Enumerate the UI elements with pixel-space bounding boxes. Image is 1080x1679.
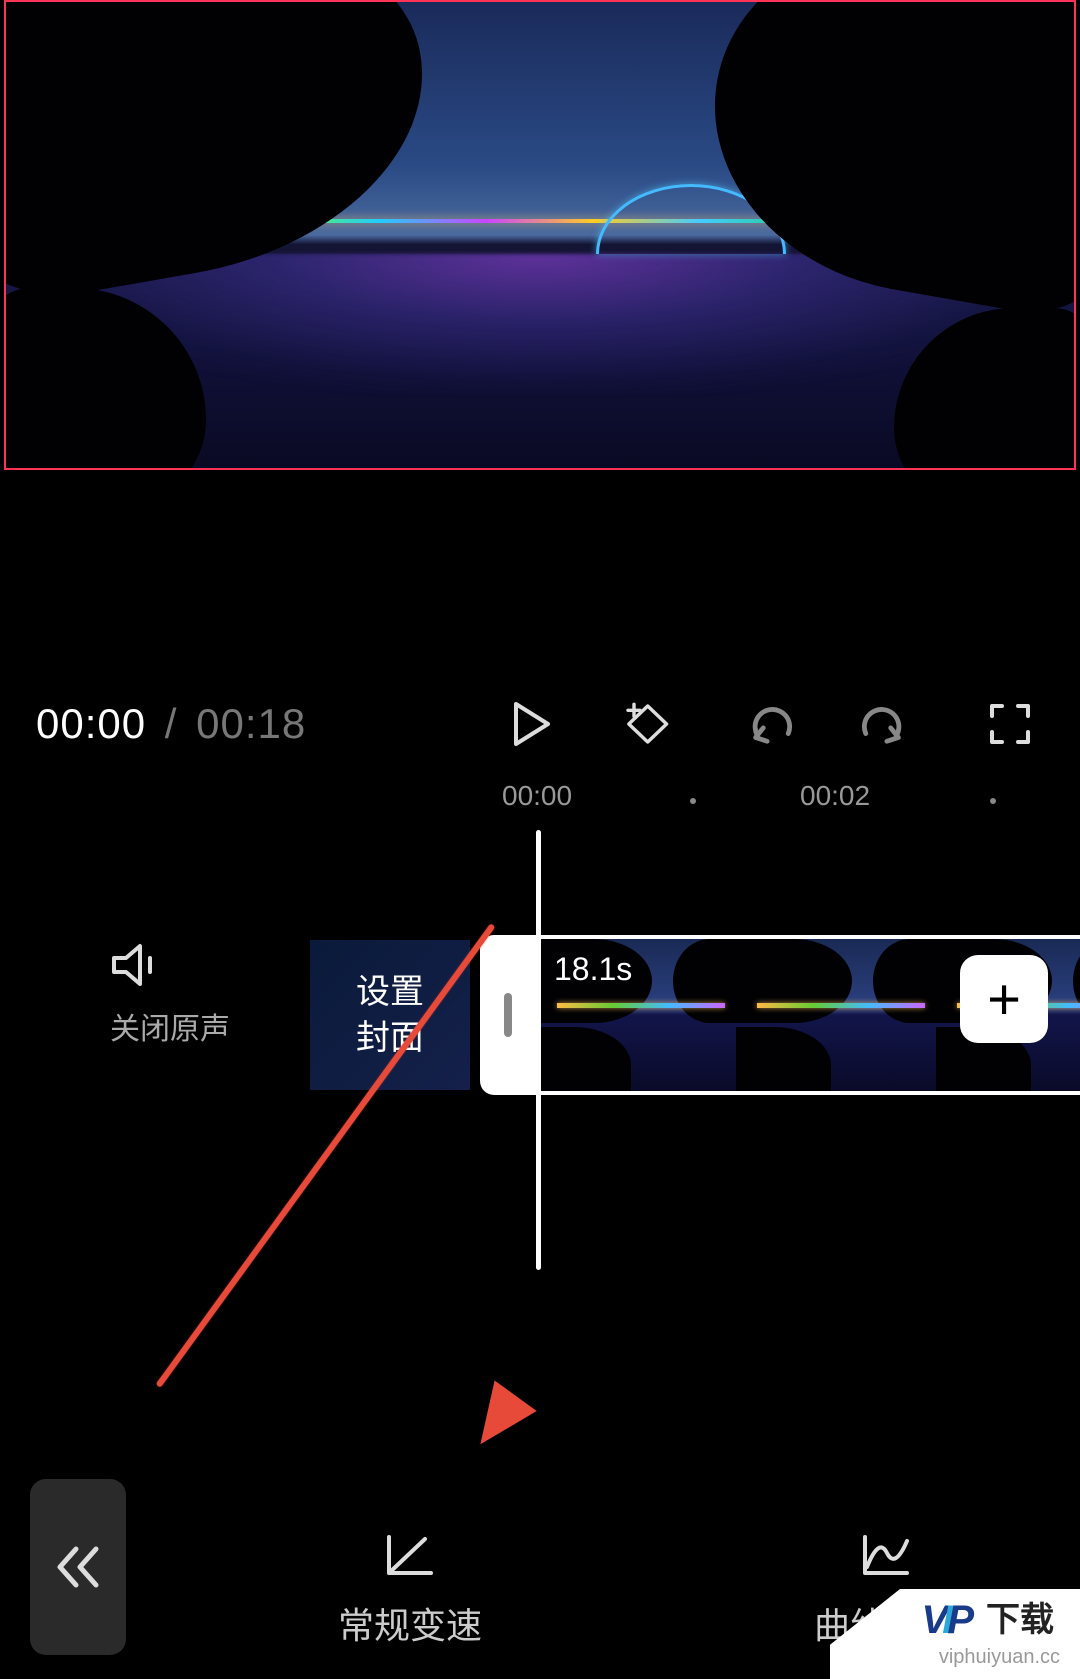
watermark: VIP 下载 viphuiyuan.cc — [830, 1589, 1080, 1679]
watermark-text: 下载 — [986, 1592, 1054, 1641]
cover-label-line1: 设置 — [356, 969, 424, 1015]
ruler-dot — [690, 798, 696, 804]
keyframe-add-button[interactable] — [622, 700, 670, 748]
annotation-arrow-head — [459, 1380, 536, 1459]
normal-speed-label: 常规变速 — [310, 1597, 510, 1649]
current-time: 00:00 — [36, 700, 146, 747]
play-icon — [512, 702, 552, 746]
back-button[interactable] — [30, 1479, 126, 1655]
total-time: 00:18 — [196, 700, 306, 747]
fullscreen-button[interactable] — [986, 700, 1034, 748]
keyframe-add-icon — [622, 699, 670, 749]
video-clip[interactable]: 18.1s + — [536, 935, 1080, 1095]
undo-icon — [746, 702, 794, 746]
chevron-double-left-icon — [52, 1543, 104, 1591]
video-preview[interactable] — [4, 0, 1076, 470]
mute-label: 关闭原声 — [110, 1004, 230, 1048]
watermark-logo: VIP — [922, 1598, 973, 1643]
clip-thumbnail — [736, 939, 946, 1091]
redo-icon — [860, 702, 908, 746]
fullscreen-icon — [988, 702, 1032, 746]
playback-bar: 00:00 / 00:18 — [0, 680, 1080, 768]
speed-curve-icon — [857, 1529, 915, 1579]
time-separator: / — [165, 700, 178, 747]
watermark-url: viphuiyuan.cc — [939, 1646, 1060, 1669]
timecode: 00:00 / 00:18 — [36, 700, 306, 748]
undo-button[interactable] — [746, 700, 794, 748]
ruler-dot — [990, 798, 996, 804]
clip-duration: 18.1s — [554, 951, 632, 988]
ruler-tick: 00:02 — [800, 780, 870, 812]
timeline-ruler[interactable]: 00:00 00:02 — [0, 780, 1080, 830]
ruler-tick: 00:00 — [502, 780, 572, 812]
add-clip-button[interactable]: + — [960, 955, 1048, 1043]
mute-audio-button[interactable]: 关闭原声 — [110, 940, 230, 1048]
speaker-icon — [110, 940, 170, 990]
normal-speed-button[interactable]: 常规变速 — [310, 1529, 510, 1649]
play-button[interactable] — [508, 700, 556, 748]
redo-button[interactable] — [860, 700, 908, 748]
speed-normal-icon — [381, 1529, 439, 1579]
clip-handle-left[interactable] — [480, 935, 536, 1095]
playhead[interactable] — [536, 830, 541, 1270]
